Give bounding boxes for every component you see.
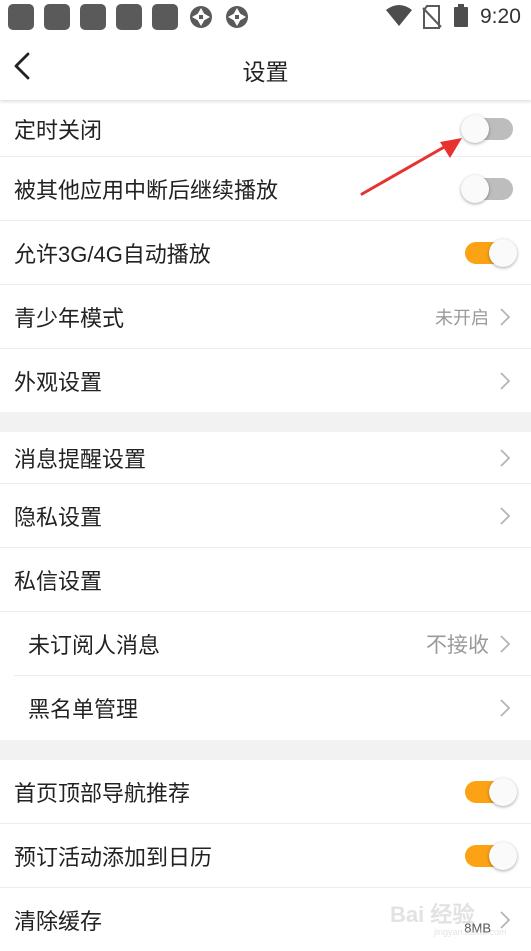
setting-privacy[interactable]: 隐私设置 (0, 484, 531, 548)
status-bar: 9:20 (0, 0, 531, 34)
add-to-calendar-toggle[interactable] (465, 842, 517, 870)
setting-label: 外观设置 (14, 369, 103, 395)
annotation-arrow (360, 138, 462, 196)
allow-mobile-autoplay-toggle[interactable] (465, 239, 517, 267)
resume-after-interrupt-toggle[interactable] (461, 175, 513, 203)
chevron-right-icon (500, 449, 511, 467)
setting-home-top-nav: 首页顶部导航推荐 (0, 760, 531, 824)
setting-label: 首页顶部导航推荐 (14, 781, 191, 806)
setting-label: 定时关闭 (14, 117, 103, 143)
setting-add-to-calendar: 预订活动添加到日历 (0, 824, 531, 888)
chevron-right-icon (500, 371, 511, 390)
teen-mode-status: 未开启 (435, 308, 489, 328)
setting-label: 预订活动添加到日历 (14, 845, 213, 870)
setting-label: 被其他应用中断后继续播放 (14, 178, 279, 203)
app-icon (152, 4, 178, 30)
app-icon (80, 4, 106, 30)
setting-label: 隐私设置 (14, 505, 103, 530)
setting-dm-settings: 私信设置 (0, 548, 531, 612)
aperture-icon (226, 6, 248, 28)
setting-label: 消息提醒设置 (14, 447, 147, 472)
setting-allow-mobile-autoplay: 允许3G/4G自动播放 (0, 221, 531, 285)
setting-notifications[interactable]: 消息提醒设置 (0, 432, 531, 484)
setting-label: 黑名单管理 (28, 697, 139, 722)
setting-label: 清除缓存 (14, 909, 103, 934)
baidu-watermark: Bai 经验 jingyan.baidu.com (390, 895, 510, 939)
no-sim-icon (422, 5, 442, 29)
unsubscribed-messages-value: 不接收 (426, 634, 489, 657)
chevron-right-icon (500, 507, 511, 525)
setting-label: 未订阅人消息 (28, 633, 161, 658)
chevron-right-icon (500, 635, 511, 653)
home-top-nav-toggle[interactable] (465, 778, 517, 806)
setting-blacklist[interactable]: 黑名单管理 (0, 676, 531, 740)
wifi-icon (386, 5, 412, 26)
watermark-sub: jingyan.baidu.com (434, 927, 507, 937)
watermark-text: Bai 经验 (390, 902, 475, 927)
section-gap (0, 740, 531, 760)
app-icon (116, 4, 142, 30)
setting-appearance[interactable]: 外观设置 (0, 349, 531, 412)
section-gap (0, 412, 531, 432)
chevron-right-icon (500, 699, 511, 717)
status-time: 9:20 (480, 5, 521, 28)
app-icon (8, 4, 34, 30)
header: 设置 (0, 34, 531, 100)
setting-label: 允许3G/4G自动播放 (14, 242, 211, 267)
app-icon (44, 4, 70, 30)
chevron-right-icon (500, 308, 511, 326)
settings-list: 定时关闭 被其他应用中断后继续播放 允许3G/4G自动播放 青少年模式 未开启 … (0, 100, 531, 951)
setting-unsubscribed-messages[interactable]: 未订阅人消息 不接收 (0, 612, 531, 676)
setting-label: 青少年模式 (14, 306, 125, 331)
scheduled-close-toggle[interactable] (461, 114, 513, 143)
setting-teen-mode[interactable]: 青少年模式 未开启 (0, 285, 531, 349)
setting-label: 私信设置 (14, 569, 103, 594)
page-title: 设置 (242, 59, 289, 85)
battery-icon (454, 4, 468, 27)
aperture-icon (190, 6, 212, 28)
